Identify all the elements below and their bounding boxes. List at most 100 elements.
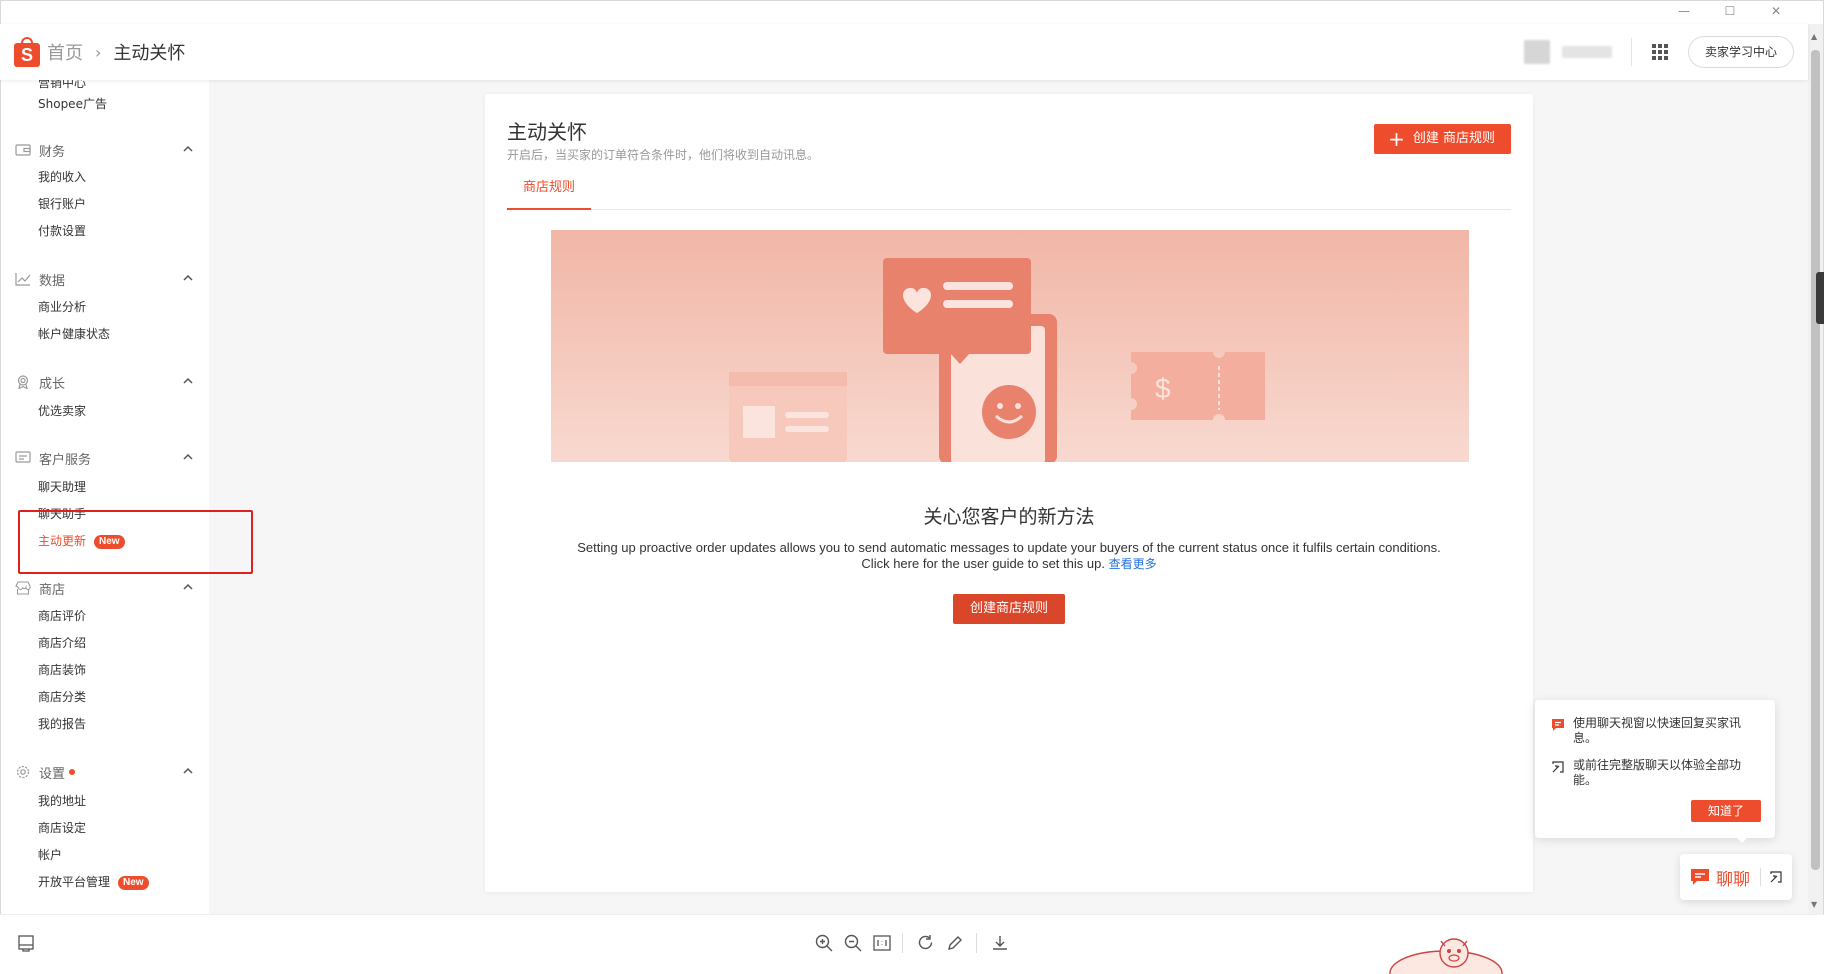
button-label: 创建 商店规则 <box>1412 131 1495 146</box>
sidebar: 营销中心 Shopee广告 财务 我的收入 银行账户 付款设置 数据 商业分析 … <box>1 80 209 914</box>
chevron-up-icon[interactable] <box>181 142 195 156</box>
scroll-down-arrow-icon[interactable]: ▼ <box>1811 900 1817 909</box>
description-line-1: Setting up proactive order updates allow… <box>577 540 1441 555</box>
mascot-illustration <box>1389 938 1503 974</box>
rotate-icon[interactable] <box>916 933 936 953</box>
chat-button-label: 聊聊 <box>1716 869 1750 890</box>
vertical-scrollbar[interactable]: ▲ ▼ <box>1808 24 1823 914</box>
sidebar-item-shop-rating[interactable]: 商店评价 <box>38 607 86 624</box>
chevron-up-icon[interactable] <box>181 580 195 594</box>
sidebar-section-settings[interactable]: 设置 <box>15 762 195 782</box>
sidebar-item-chat-assistant[interactable]: 聊天助理 <box>38 478 86 495</box>
sidebar-item-account[interactable]: 帐户 <box>38 846 62 863</box>
sidebar-item-my-income[interactable]: 我的收入 <box>38 168 86 185</box>
chart-icon <box>15 273 31 286</box>
sidebar-item-shop-decoration[interactable]: 商店装饰 <box>38 661 86 678</box>
notification-dot <box>69 769 76 775</box>
sidebar-item-business-insights[interactable]: 商业分析 <box>38 298 86 315</box>
zoom-out-icon[interactable] <box>843 933 863 953</box>
sidebar-section-growth[interactable]: 成长 <box>15 372 195 392</box>
minimize-icon[interactable]: — <box>1676 4 1692 18</box>
shop-icon <box>15 581 31 595</box>
sidebar-section-label: 设置 <box>39 766 66 782</box>
service-icon <box>15 451 31 463</box>
chat-launcher-button[interactable]: 聊聊 <box>1680 854 1792 900</box>
create-shop-rule-button[interactable]: 创建商店规则 <box>953 594 1065 624</box>
new-badge: New <box>94 535 125 549</box>
tab-bar: 商店规则 <box>507 180 1511 210</box>
maximize-icon[interactable]: ☐ <box>1722 4 1738 18</box>
sidebar-item-preferred-seller[interactable]: 优选卖家 <box>38 402 86 419</box>
chevron-up-icon[interactable] <box>181 450 195 464</box>
sidebar-item-account-health[interactable]: 帐户健康状态 <box>38 325 110 342</box>
download-icon[interactable] <box>990 933 1010 953</box>
chat-tip-text-1: 使用聊天视窗以快速回复买家讯息。 <box>1573 716 1742 745</box>
chat-tip-text-2: 或前往完整版聊天以体验全部功能。 <box>1573 758 1742 787</box>
sidebar-item-label: 开放平台管理 <box>38 875 111 889</box>
sidebar-item-my-reports[interactable]: 我的报告 <box>38 715 86 732</box>
popover-arrow <box>1735 836 1749 843</box>
external-window-icon[interactable] <box>1769 870 1783 884</box>
actual-size-icon[interactable] <box>872 933 892 953</box>
tab-shop-rules[interactable]: 商店规则 <box>507 180 591 210</box>
chat-divider <box>1760 868 1761 886</box>
close-icon[interactable]: ✕ <box>1768 4 1784 18</box>
viewer-toolbar <box>0 914 1824 974</box>
sidebar-item-shop-categories[interactable]: 商店分类 <box>38 688 86 705</box>
sidebar-item-label: 主动更新 <box>38 534 87 548</box>
chat-tip-row-1: 使用聊天视窗以快速回复买家讯息。 <box>1551 716 1761 746</box>
learn-more-link[interactable]: 查看更多 <box>1109 557 1157 571</box>
breadcrumb-current: 主动关怀 <box>113 43 186 64</box>
sidebar-item-cut[interactable]: 营销中心 <box>38 80 86 91</box>
zoom-in-icon[interactable] <box>814 933 834 953</box>
toolbar-divider <box>902 933 903 953</box>
seller-learning-center-button[interactable]: 卖家学习中心 <box>1687 36 1794 68</box>
sidebar-section-label: 财务 <box>39 144 66 160</box>
got-it-button[interactable]: 知道了 <box>1691 800 1761 822</box>
sidebar-item-my-addresses[interactable]: 我的地址 <box>38 792 86 809</box>
plus-icon: + <box>1388 127 1405 151</box>
scroll-up-arrow-icon[interactable]: ▲ <box>1811 32 1817 41</box>
chat-tip-row-2: 或前往完整版聊天以体验全部功能。 <box>1551 758 1761 788</box>
toolbar-divider <box>976 933 977 953</box>
side-panel-handle[interactable] <box>1816 272 1824 324</box>
create-shop-rule-button-top[interactable]: + 创建 商店规则 <box>1374 124 1511 154</box>
sidebar-item-shop-settings[interactable]: 商店设定 <box>38 819 86 836</box>
empty-state-title: 关心您客户的新方法 <box>923 506 1095 528</box>
shopee-logo-icon[interactable]: S <box>14 37 40 67</box>
edit-icon[interactable] <box>945 933 965 953</box>
chevron-up-icon[interactable] <box>181 374 195 388</box>
empty-state-description: Setting up proactive order updates allow… <box>545 540 1473 572</box>
medal-icon <box>17 375 29 389</box>
sidebar-item-payment-settings[interactable]: 付款设置 <box>38 222 86 239</box>
top-header: S 首页 › 主动关怀 卖家学习中心 <box>0 24 1808 80</box>
sidebar-item-proactive-update[interactable]: 主动更新 New <box>38 532 125 549</box>
sidebar-item-shopee-ads[interactable]: Shopee广告 <box>38 95 107 112</box>
sidebar-section-finance[interactable]: 财务 <box>15 140 195 160</box>
chat-icon <box>1552 719 1564 731</box>
sidebar-section-label: 成长 <box>39 376 66 392</box>
page-title: 主动关怀 <box>507 120 587 144</box>
breadcrumb-home[interactable]: 首页 <box>47 39 83 65</box>
sidebar-section-label: 客户服务 <box>39 452 92 468</box>
avatar[interactable] <box>1524 40 1550 64</box>
apps-grid-icon[interactable] <box>1652 44 1668 60</box>
sidebar-item-bank-account[interactable]: 银行账户 <box>38 195 86 212</box>
sidebar-item-shop-profile[interactable]: 商店介绍 <box>38 634 86 651</box>
scrollbar-thumb[interactable] <box>1811 50 1820 870</box>
chevron-up-icon[interactable] <box>181 764 195 778</box>
external-window-icon <box>1552 761 1564 773</box>
breadcrumb-separator: › <box>95 42 102 62</box>
page-subtitle: 开启后，当买家的订单符合条件时，他们将收到自动讯息。 <box>507 148 820 162</box>
sidebar-section-label: 数据 <box>39 273 66 289</box>
sidebar-item-open-platform[interactable]: 开放平台管理 New <box>38 873 149 890</box>
sidebar-section-shop[interactable]: 商店 <box>15 578 195 598</box>
sidebar-section-customer-service[interactable]: 客户服务 <box>15 448 195 468</box>
gear-icon <box>16 765 30 779</box>
sidebar-item-chat-helper[interactable]: 聊天助手 <box>38 505 86 522</box>
content-card: 主动关怀 开启后，当买家的订单符合条件时，他们将收到自动讯息。 + 创建 商店规… <box>485 94 1533 892</box>
sidebar-section-data[interactable]: 数据 <box>15 269 195 289</box>
shop-name-blurred[interactable] <box>1562 46 1612 58</box>
chevron-up-icon[interactable] <box>181 271 195 285</box>
panel-icon[interactable] <box>16 933 36 953</box>
